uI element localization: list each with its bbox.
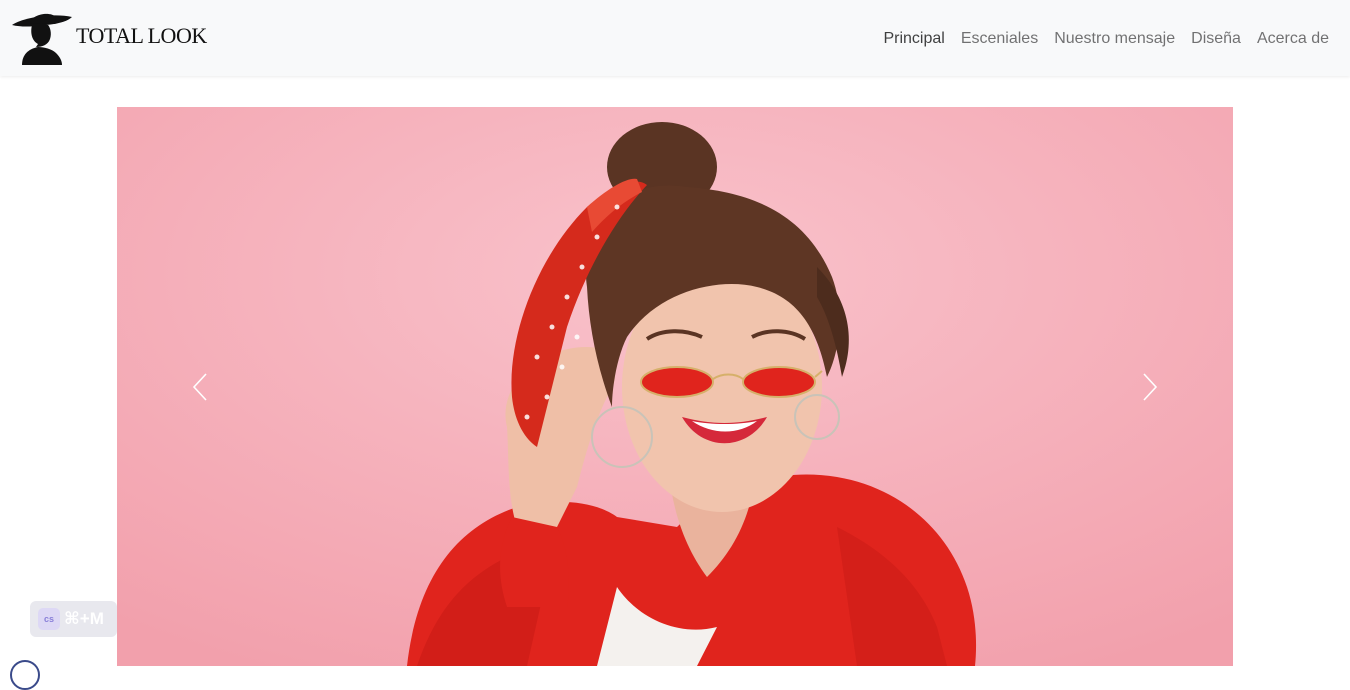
brand-name: TOTAL LOOK — [76, 23, 207, 48]
brand-link[interactable]: TOTAL LOOK — [10, 11, 207, 65]
extension-shortcut-badge[interactable]: cs ⌘+M — [30, 601, 117, 637]
carousel-prev-button[interactable] — [181, 367, 221, 407]
nav-item-esceniales[interactable]: Esceniales — [953, 29, 1046, 49]
nav-item-nuestro-mensaje[interactable]: Nuestro mensaje — [1046, 29, 1183, 49]
nav-item-principal[interactable]: Principal — [875, 29, 952, 49]
woman-in-hat-logo-icon — [12, 13, 72, 65]
floating-circle-button[interactable] — [10, 660, 40, 690]
nav-item-acerca-de[interactable]: Acerca de — [1249, 29, 1337, 49]
chevron-right-icon — [1143, 373, 1158, 401]
hero-carousel — [117, 107, 1233, 666]
carousel-slide-image — [117, 107, 1233, 666]
nav-item-disena[interactable]: Diseña — [1183, 29, 1249, 49]
navbar: TOTAL LOOK Principal Esceniales Nuestro … — [0, 0, 1350, 76]
main-nav: Principal Esceniales Nuestro mensaje Dis… — [875, 29, 1337, 49]
extension-shortcut-label: ⌘+M — [64, 609, 104, 628]
carousel-next-button[interactable] — [1129, 367, 1169, 407]
chevron-left-icon — [192, 373, 207, 401]
extension-icon: cs — [38, 608, 60, 630]
